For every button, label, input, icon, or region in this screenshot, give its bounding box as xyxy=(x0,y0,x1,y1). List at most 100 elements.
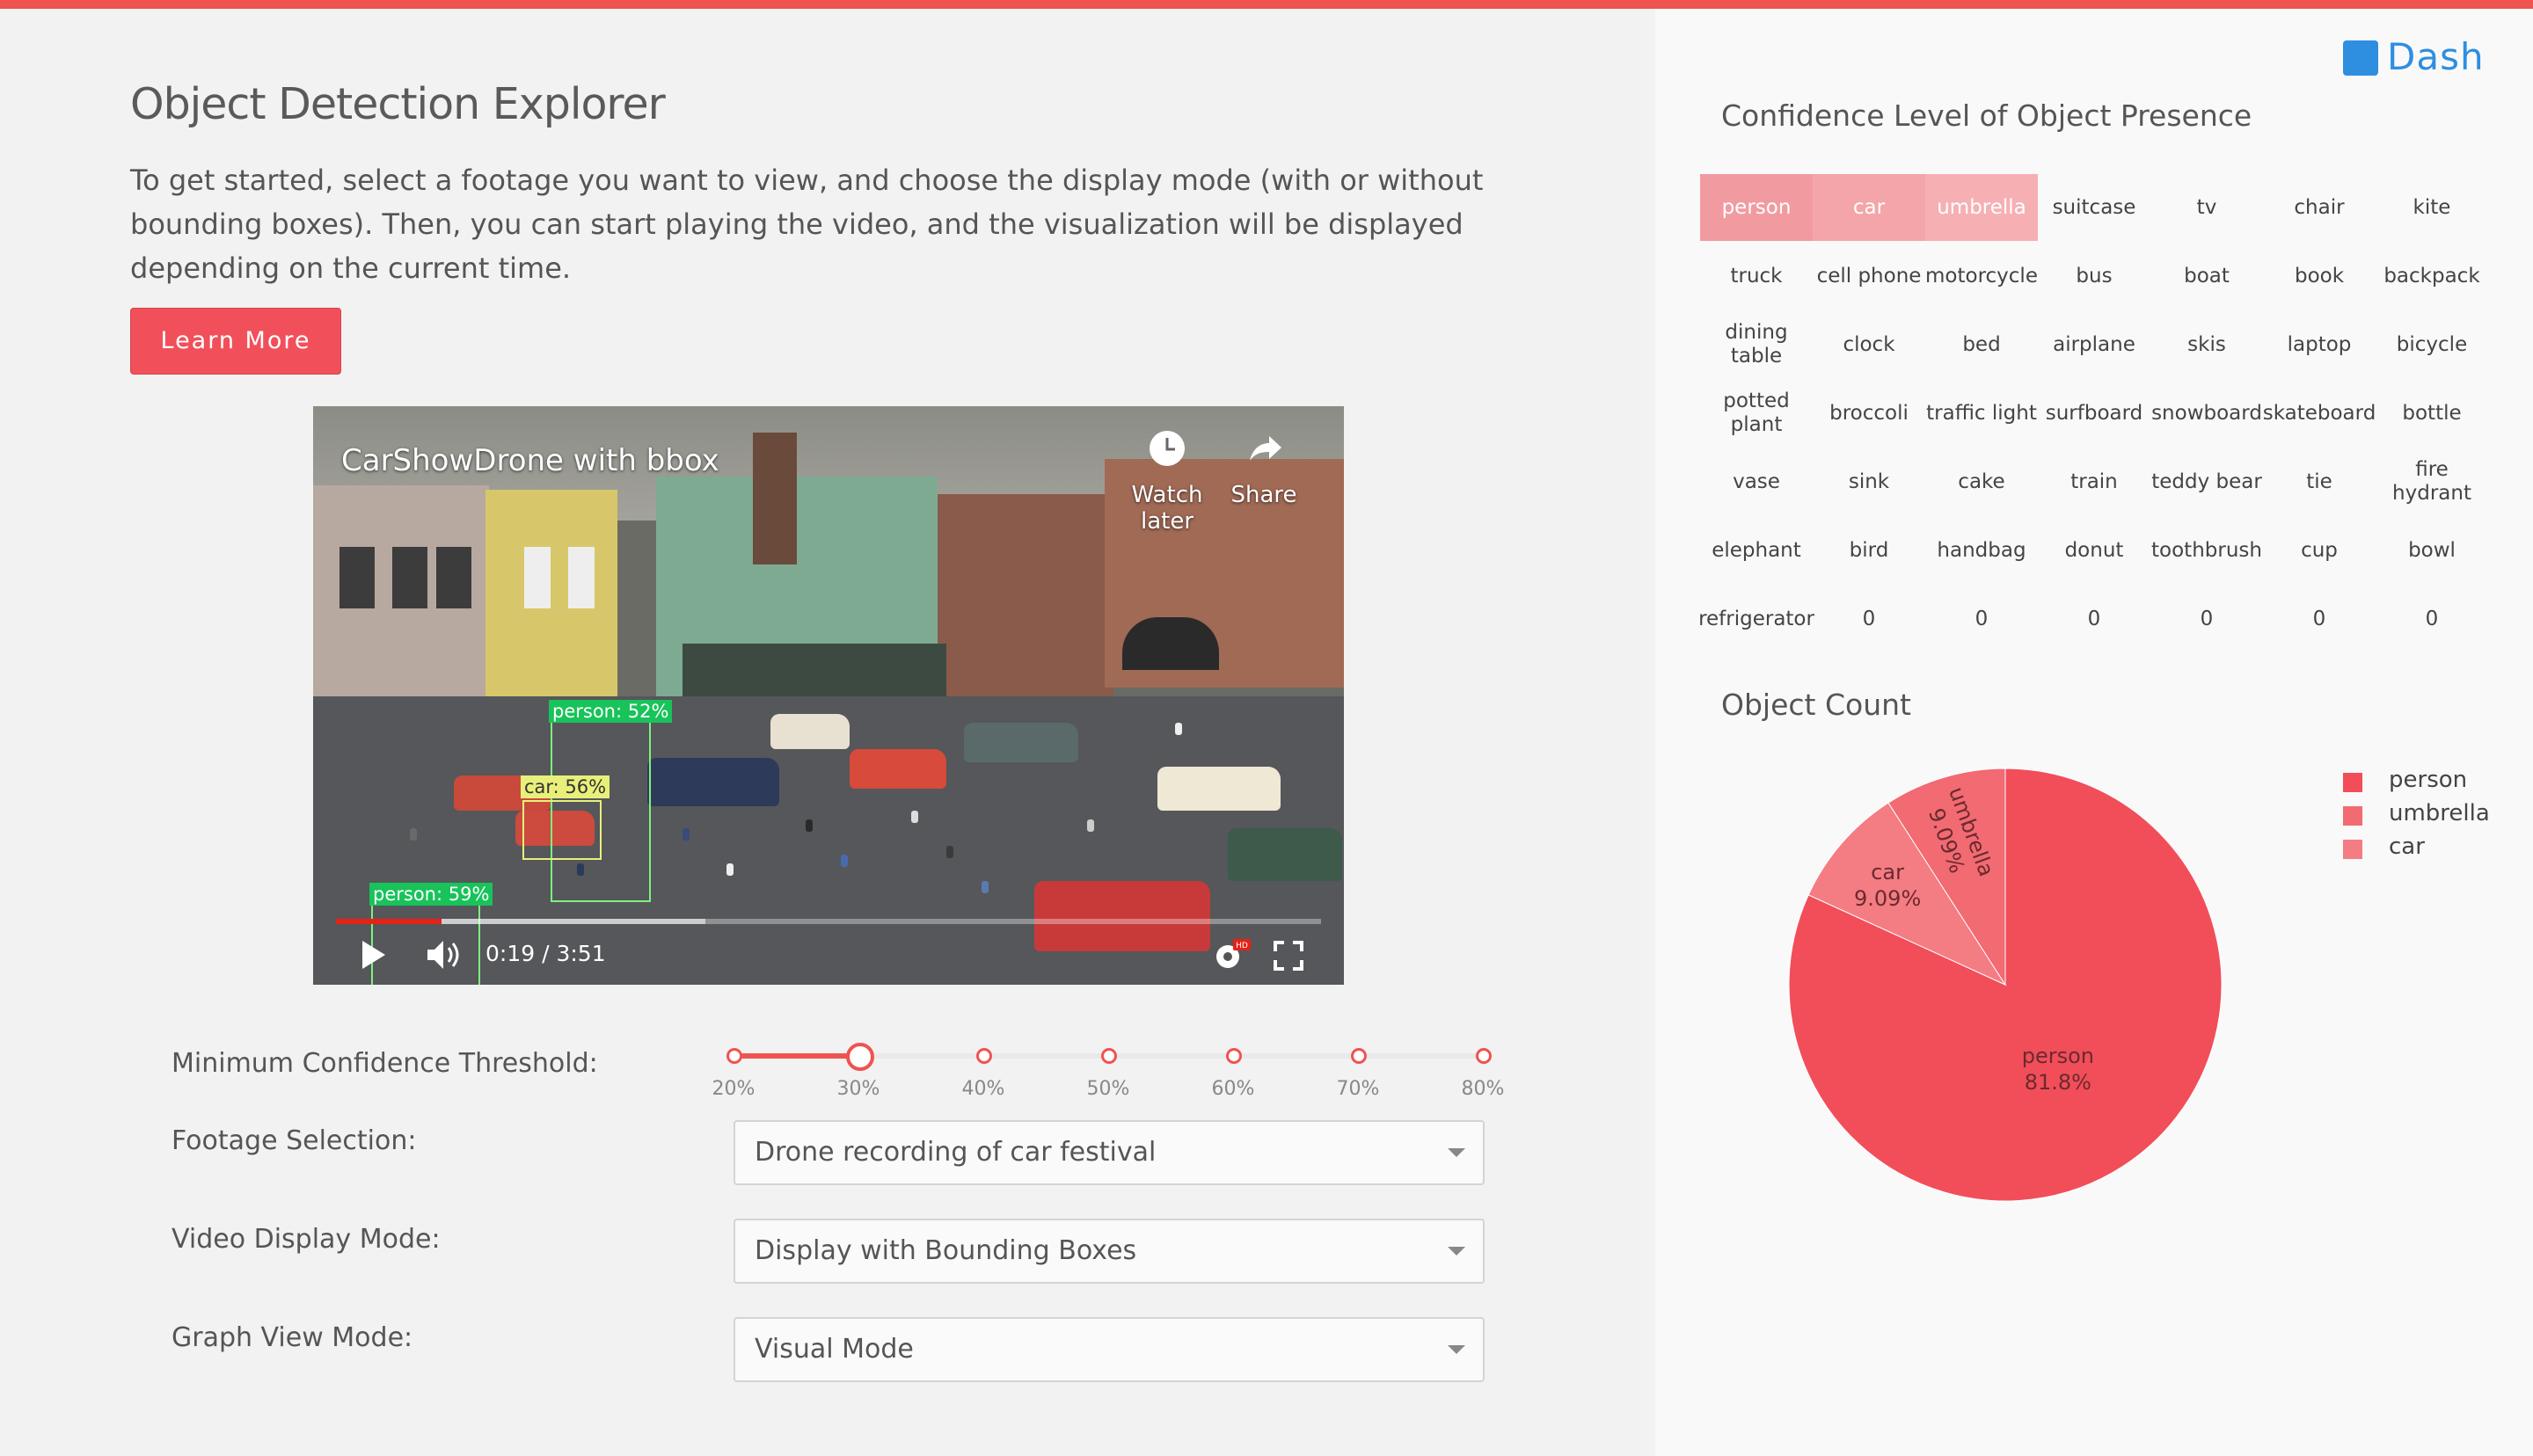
threshold-dot-40[interactable] xyxy=(976,1048,992,1064)
chevron-down-icon xyxy=(1448,1148,1465,1157)
confidence-cell[interactable]: elephant xyxy=(1700,517,1813,584)
threshold-tick[interactable]: 30% xyxy=(828,1078,889,1100)
volume-icon[interactable] xyxy=(426,937,463,972)
confidence-cell[interactable]: 0 xyxy=(2376,586,2488,652)
video-person xyxy=(683,828,690,841)
threshold-dot-60[interactable] xyxy=(1226,1048,1242,1064)
confidence-cell[interactable]: chair xyxy=(2263,174,2376,241)
threshold-tick[interactable]: 80% xyxy=(1452,1078,1514,1100)
confidence-cell[interactable]: car xyxy=(1813,174,1925,241)
confidence-cell[interactable]: book xyxy=(2263,243,2376,309)
threshold-slider-handle[interactable] xyxy=(846,1043,874,1071)
chevron-down-icon xyxy=(1448,1247,1465,1256)
legend-label: person xyxy=(2389,767,2468,793)
settings-gear-icon[interactable]: HD xyxy=(1212,937,1251,972)
confidence-cell[interactable]: handbag xyxy=(1925,517,2038,584)
confidence-cell[interactable]: motorcycle xyxy=(1925,243,2038,309)
confidence-cell[interactable]: toothbrush xyxy=(2150,517,2263,584)
confidence-cell[interactable]: refrigerator xyxy=(1698,586,1814,652)
dash-logo-icon xyxy=(2343,40,2378,76)
graph-mode-dropdown[interactable]: Visual Mode xyxy=(734,1317,1485,1382)
video-progress-bar[interactable] xyxy=(336,919,1321,924)
confidence-cell[interactable]: bowl xyxy=(2376,517,2488,584)
video-person xyxy=(410,828,417,841)
confidence-cell[interactable]: cake xyxy=(1925,448,2038,515)
video-person xyxy=(982,881,989,893)
confidence-cell[interactable]: skateboard xyxy=(2263,380,2376,447)
confidence-cell[interactable]: boat xyxy=(2150,243,2263,309)
threshold-dot-20[interactable] xyxy=(726,1048,742,1064)
confidence-cell[interactable]: traffic light xyxy=(1925,380,2038,447)
confidence-cell[interactable]: fire hydrant xyxy=(2376,448,2488,515)
video-car xyxy=(850,749,946,789)
learn-more-button[interactable]: Learn More xyxy=(130,308,341,375)
confidence-cell[interactable]: surfboard xyxy=(2038,380,2150,447)
threshold-tick[interactable]: 70% xyxy=(1327,1078,1389,1100)
confidence-cell[interactable]: donut xyxy=(2038,517,2150,584)
pie-label-name: person xyxy=(2022,1044,2094,1068)
intro-text: To get started, select a footage you wan… xyxy=(130,164,1484,285)
watch-later-label: Watch later xyxy=(1131,482,1203,535)
confidence-cell[interactable]: 0 xyxy=(1925,586,2038,652)
confidence-cell[interactable]: sink xyxy=(1813,448,1925,515)
confidence-cell[interactable]: tie xyxy=(2263,448,2376,515)
object-count-title: Object Count xyxy=(1721,688,1911,722)
share-button[interactable]: Share xyxy=(1224,429,1303,508)
confidence-cell[interactable]: cell phone xyxy=(1813,243,1925,309)
confidence-cell[interactable]: suitcase xyxy=(2038,174,2150,241)
display-mode-dropdown[interactable]: Display with Bounding Boxes xyxy=(734,1219,1485,1284)
fullscreen-icon[interactable] xyxy=(1274,941,1303,971)
confidence-cell[interactable]: bottle xyxy=(2376,380,2488,447)
confidence-cell[interactable]: 0 xyxy=(1813,586,1925,652)
confidence-cell[interactable]: dining table xyxy=(1700,311,1813,378)
confidence-cell[interactable]: bicycle xyxy=(2376,311,2488,378)
video-player[interactable]: CarShowDrone with bbox Watch later Share… xyxy=(313,406,1344,985)
confidence-cell[interactable]: potted plant xyxy=(1700,380,1813,447)
confidence-cell[interactable]: clock xyxy=(1813,311,1925,378)
confidence-cell[interactable]: skis xyxy=(2150,311,2263,378)
confidence-cell[interactable]: bed xyxy=(1925,311,2038,378)
confidence-cell[interactable]: 0 xyxy=(2263,586,2376,652)
video-car xyxy=(964,723,1078,762)
threshold-tick[interactable]: 20% xyxy=(703,1078,764,1100)
confidence-cell[interactable]: truck xyxy=(1700,243,1813,309)
confidence-cell[interactable]: person xyxy=(1700,174,1813,241)
confidence-cell[interactable]: airplane xyxy=(2038,311,2150,378)
confidence-cell[interactable]: teddy bear xyxy=(2150,448,2263,515)
confidence-cell[interactable]: tv xyxy=(2150,174,2263,241)
object-count-pie[interactable]: person81.8%car9.09%umbrella9.09% xyxy=(1777,756,2234,1213)
confidence-cell[interactable]: 0 xyxy=(2038,586,2150,652)
threshold-dot-50[interactable] xyxy=(1101,1048,1117,1064)
confidence-cell[interactable]: vase xyxy=(1700,448,1813,515)
video-car xyxy=(1034,881,1210,951)
confidence-cell[interactable]: umbrella xyxy=(1925,174,2038,241)
confidence-cell[interactable]: broccoli xyxy=(1813,380,1925,447)
bbox-label-person-2: person: 59% xyxy=(369,883,493,906)
threshold-tick[interactable]: 60% xyxy=(1202,1078,1264,1100)
confidence-cell[interactable]: 0 xyxy=(2150,586,2263,652)
chevron-down-icon xyxy=(1448,1345,1465,1354)
video-window xyxy=(436,547,471,608)
video-title[interactable]: CarShowDrone with bbox xyxy=(341,443,719,478)
confidence-cell[interactable]: cup xyxy=(2263,517,2376,584)
confidence-cell[interactable]: kite xyxy=(2376,174,2488,241)
page-title: Object Detection Explorer xyxy=(130,79,666,129)
watch-later-button[interactable]: Watch later xyxy=(1128,429,1207,535)
confidence-cell[interactable]: bus xyxy=(2038,243,2150,309)
confidence-cell[interactable]: bird xyxy=(1813,517,1925,584)
legend-label: umbrella xyxy=(2389,800,2490,826)
threshold-dot-70[interactable] xyxy=(1351,1048,1367,1064)
threshold-tick[interactable]: 50% xyxy=(1077,1078,1139,1100)
threshold-dot-80[interactable] xyxy=(1476,1048,1492,1064)
footage-dropdown[interactable]: Drone recording of car festival xyxy=(734,1120,1485,1185)
confidence-cell[interactable]: laptop xyxy=(2263,311,2376,378)
confidence-cell[interactable]: backpack xyxy=(2376,243,2488,309)
video-window xyxy=(524,547,551,608)
play-icon[interactable] xyxy=(361,939,387,971)
confidence-cell[interactable]: train xyxy=(2038,448,2150,515)
video-building xyxy=(938,494,1113,696)
confidence-cell[interactable]: snowboard xyxy=(2150,380,2263,447)
threshold-tick[interactable]: 40% xyxy=(953,1078,1014,1100)
video-car xyxy=(1157,767,1281,811)
share-label: Share xyxy=(1230,482,1297,508)
